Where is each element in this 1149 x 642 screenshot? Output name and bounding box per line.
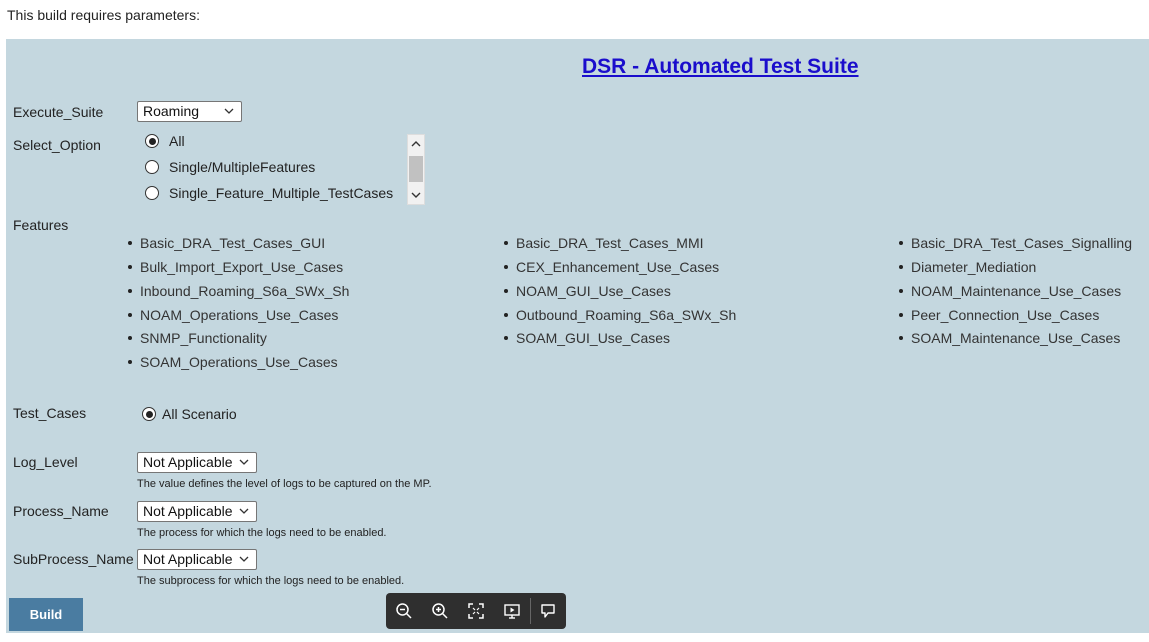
feature-item: Basic_DRA_Test_Cases_GUI bbox=[128, 235, 325, 251]
radio-all[interactable] bbox=[145, 134, 159, 148]
zoom-in-icon bbox=[432, 603, 448, 619]
all-scenario-label: All Scenario bbox=[162, 406, 237, 422]
chevron-down-icon bbox=[239, 508, 249, 514]
option-single-multiple-features-label: Single/MultipleFeatures bbox=[169, 159, 316, 175]
chevron-down-icon bbox=[239, 556, 249, 562]
radio-single-feature-multiple-testcases[interactable] bbox=[145, 186, 159, 200]
feature-item: Outbound_Roaming_S6a_SWx_Sh bbox=[504, 307, 736, 323]
radio-single-multiple-features[interactable] bbox=[145, 160, 159, 174]
execute-suite-value: Roaming bbox=[143, 103, 200, 119]
intro-text: This build requires parameters: bbox=[7, 7, 200, 23]
zoom-out-icon bbox=[396, 603, 412, 619]
parameters-panel: DSR - Automated Test Suite Execute_Suite… bbox=[6, 39, 1149, 633]
option-single-feature-multiple-testcases-label: Single_Feature_Multiple_TestCases bbox=[169, 185, 394, 201]
subprocess-name-select[interactable]: Not Applicable bbox=[137, 549, 257, 570]
select-option-scrollbar[interactable] bbox=[407, 134, 425, 205]
process-name-label: Process_Name bbox=[13, 503, 109, 519]
chevron-down-icon bbox=[224, 108, 234, 114]
subprocess-name-label: SubProcess_Name bbox=[13, 551, 134, 567]
feature-item: SNMP_Functionality bbox=[128, 330, 267, 346]
process-name-select[interactable]: Not Applicable bbox=[137, 501, 257, 522]
subprocess-name-help: The subprocess for which the logs need t… bbox=[137, 575, 405, 587]
features-label: Features bbox=[13, 217, 69, 233]
log-level-select[interactable]: Not Applicable bbox=[137, 452, 257, 473]
presentation-button[interactable] bbox=[494, 593, 530, 629]
subprocess-name-value: Not Applicable bbox=[143, 551, 233, 567]
fit-screen-button[interactable] bbox=[458, 593, 494, 629]
test-cases-label: Test_Cases bbox=[13, 405, 87, 421]
log-level-help: The value defines the level of logs to b… bbox=[137, 478, 432, 490]
comment-button[interactable] bbox=[530, 593, 566, 629]
scrollbar-thumb[interactable] bbox=[409, 156, 423, 182]
presentation-icon bbox=[504, 604, 520, 619]
select-option-list: All Single/MultipleFeatures Single_Featu… bbox=[137, 133, 427, 205]
process-name-value: Not Applicable bbox=[143, 503, 233, 519]
fit-screen-icon bbox=[468, 603, 484, 619]
chevron-down-icon bbox=[239, 459, 249, 465]
log-level-label: Log_Level bbox=[13, 454, 78, 470]
select-option-label: Select_Option bbox=[13, 137, 101, 153]
feature-item: Basic_DRA_Test_Cases_MMI bbox=[504, 235, 704, 251]
feature-item: NOAM_Operations_Use_Cases bbox=[128, 307, 338, 323]
feature-item: CEX_Enhancement_Use_Cases bbox=[504, 259, 719, 275]
scroll-up-icon[interactable] bbox=[411, 139, 421, 149]
feature-item: Inbound_Roaming_S6a_SWx_Sh bbox=[128, 283, 349, 299]
feature-item: Bulk_Import_Export_Use_Cases bbox=[128, 259, 343, 275]
feature-item: SOAM_Operations_Use_Cases bbox=[128, 354, 338, 370]
viewer-toolbar bbox=[386, 593, 566, 629]
build-button[interactable]: Build bbox=[9, 598, 83, 631]
feature-item: NOAM_GUI_Use_Cases bbox=[504, 283, 671, 299]
feature-item: Diameter_Mediation bbox=[899, 259, 1036, 275]
option-all-label: All bbox=[169, 133, 185, 149]
feature-item: Basic_DRA_Test_Cases_Signalling bbox=[899, 235, 1132, 251]
execute-suite-select[interactable]: Roaming bbox=[137, 101, 242, 122]
process-name-help: The process for which the logs need to b… bbox=[137, 527, 387, 539]
log-level-value: Not Applicable bbox=[143, 454, 233, 470]
feature-item: NOAM_Maintenance_Use_Cases bbox=[899, 283, 1121, 299]
scroll-down-icon[interactable] bbox=[411, 190, 421, 200]
zoom-in-button[interactable] bbox=[422, 593, 458, 629]
radio-all-scenario[interactable] bbox=[142, 407, 156, 421]
zoom-out-button[interactable] bbox=[386, 593, 422, 629]
execute-suite-label: Execute_Suite bbox=[13, 104, 104, 120]
feature-item: SOAM_Maintenance_Use_Cases bbox=[899, 330, 1120, 346]
suite-title-link[interactable]: DSR - Automated Test Suite bbox=[582, 55, 859, 79]
comment-icon bbox=[541, 604, 555, 618]
feature-item: SOAM_GUI_Use_Cases bbox=[504, 330, 670, 346]
feature-item: Peer_Connection_Use_Cases bbox=[899, 307, 1099, 323]
